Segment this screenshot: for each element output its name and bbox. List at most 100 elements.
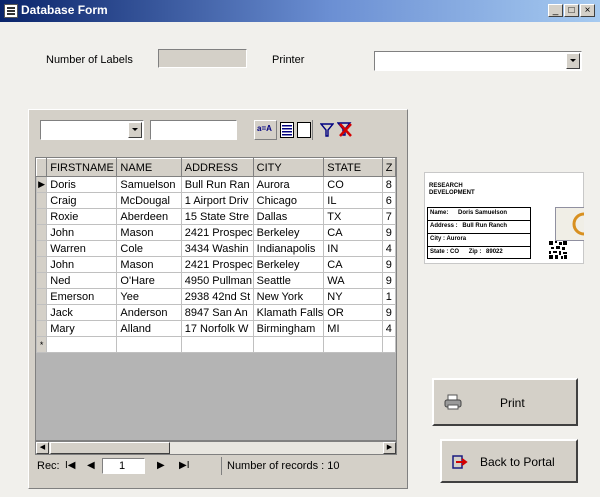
table-cell[interactable]: 6	[381, 192, 396, 209]
row-selector[interactable]	[36, 208, 48, 225]
table-cell[interactable]	[252, 336, 325, 353]
table-cell[interactable]: Yee	[116, 288, 182, 305]
table-cell[interactable]: 9	[381, 256, 396, 273]
blank-page-icon[interactable]	[297, 122, 311, 138]
table-cell[interactable]: Doris	[46, 176, 118, 193]
table-cell[interactable]: 4950 Pullman	[180, 272, 254, 289]
horizontal-scrollbar[interactable]: ◀ ▶	[35, 441, 397, 455]
table-cell[interactable]: Ned	[46, 272, 118, 289]
table-cell[interactable]: Chicago	[252, 192, 325, 209]
table-cell[interactable]: Cole	[116, 240, 182, 257]
filter-combo[interactable]	[40, 120, 144, 140]
row-selector[interactable]	[36, 320, 48, 337]
table-cell[interactable]: 9	[381, 224, 396, 241]
table-cell[interactable]: 17 Norfolk W	[180, 320, 254, 337]
table-cell[interactable]: WA	[323, 272, 383, 289]
table-cell[interactable]: MI	[323, 320, 383, 337]
table-row[interactable]: John Mason 2421 Prospec Berkeley CA 9	[36, 256, 396, 273]
list-icon[interactable]	[280, 122, 294, 138]
table-cell[interactable]: New York	[252, 288, 325, 305]
chevron-down-icon[interactable]	[128, 122, 142, 138]
table-cell[interactable]: Anderson	[116, 304, 182, 321]
column-header[interactable]: CITY	[252, 158, 325, 177]
table-cell[interactable]: Roxie	[46, 208, 118, 225]
row-selector[interactable]	[36, 288, 48, 305]
table-cell[interactable]: IL	[323, 192, 383, 209]
table-cell[interactable]: Seattle	[252, 272, 325, 289]
table-cell[interactable]: Aberdeen	[116, 208, 182, 225]
current-record-field[interactable]: 1	[102, 458, 145, 474]
table-cell[interactable]: Indianapolis	[252, 240, 325, 257]
remove-filter-icon[interactable]	[336, 121, 353, 138]
table-cell[interactable]: O'Hare	[116, 272, 182, 289]
minimize-button[interactable]: _	[548, 4, 563, 17]
table-cell[interactable]: 2421 Prospec	[180, 224, 254, 241]
row-selector[interactable]: *	[36, 336, 48, 353]
table-row[interactable]: ▶ Doris Samuelson Bull Run Ran Aurora CO 8	[36, 176, 396, 193]
table-cell[interactable]: Berkeley	[252, 224, 325, 241]
table-cell[interactable]: Aurora	[252, 176, 325, 193]
print-button[interactable]: Print	[432, 378, 578, 426]
column-header[interactable]: NAME	[116, 158, 182, 177]
table-cell[interactable]: 4	[381, 240, 396, 257]
table-cell[interactable]: 4	[381, 320, 396, 337]
table-cell[interactable]: John	[46, 256, 118, 273]
table-cell[interactable]: 7	[381, 208, 396, 225]
table-cell[interactable]: Samuelson	[116, 176, 182, 193]
column-header[interactable]: FIRSTNAME	[46, 158, 118, 177]
table-cell[interactable]: Berkeley	[252, 256, 325, 273]
table-cell[interactable]	[323, 336, 383, 353]
table-cell[interactable]: Craig	[46, 192, 118, 209]
row-selector[interactable]	[36, 304, 48, 321]
row-selector[interactable]	[36, 224, 48, 241]
column-header[interactable]: STATE	[323, 158, 383, 177]
table-cell[interactable]: 1 Airport Driv	[180, 192, 254, 209]
table-cell[interactable]: IN	[323, 240, 383, 257]
table-cell[interactable]: NY	[323, 288, 383, 305]
table-row[interactable]: Warren Cole 3434 Washin Indianapolis IN 4	[36, 240, 396, 257]
column-header[interactable]: ADDRESS	[180, 158, 254, 177]
table-cell[interactable]: 8947 San An	[180, 304, 254, 321]
scroll-thumb[interactable]	[50, 442, 170, 454]
table-cell[interactable]: John	[46, 224, 118, 241]
table-row[interactable]: Emerson Yee 2938 42nd St New York NY 1	[36, 288, 396, 305]
table-cell[interactable]: 9	[381, 272, 396, 289]
table-cell[interactable]	[180, 336, 254, 353]
table-cell[interactable]: TX	[323, 208, 383, 225]
close-button[interactable]: ×	[580, 4, 595, 17]
table-cell[interactable]: 15 State Stre	[180, 208, 254, 225]
scroll-left-icon[interactable]: ◀	[36, 442, 49, 454]
row-selector[interactable]	[36, 240, 48, 257]
table-cell[interactable]: 1	[381, 288, 396, 305]
maximize-button[interactable]: □	[564, 4, 579, 17]
column-header[interactable]: Z	[381, 158, 396, 177]
table-cell[interactable]: 3434 Washin	[180, 240, 254, 257]
find-input[interactable]	[150, 120, 237, 140]
table-cell[interactable]: Emerson	[46, 288, 118, 305]
table-cell[interactable]: Mason	[116, 224, 182, 241]
first-record-icon[interactable]: I◀	[65, 460, 75, 471]
table-cell[interactable]: Bull Run Ran	[180, 176, 254, 193]
table-cell[interactable]: McDougal	[116, 192, 182, 209]
row-selector[interactable]: ▶	[36, 176, 48, 193]
back-to-portal-button[interactable]: Back to Portal	[440, 439, 578, 483]
table-cell[interactable]	[46, 336, 118, 353]
sort-button[interactable]: a=A	[254, 120, 277, 140]
table-row[interactable]: Jack Anderson 8947 San An Klamath Falls OR 9	[36, 304, 396, 321]
table-cell[interactable]: CA	[323, 256, 383, 273]
new-record-row[interactable]: *	[36, 336, 396, 353]
number-of-labels-field[interactable]	[158, 49, 247, 68]
scroll-right-icon[interactable]: ▶	[383, 442, 396, 454]
previous-record-icon[interactable]: ◀	[87, 460, 95, 471]
table-cell[interactable]: 2938 42nd St	[180, 288, 254, 305]
table-row[interactable]: Ned O'Hare 4950 Pullman Seattle WA 9	[36, 272, 396, 289]
row-selector[interactable]	[36, 256, 48, 273]
table-cell[interactable]: Alland	[116, 320, 182, 337]
table-cell[interactable]: CA	[323, 224, 383, 241]
last-record-icon[interactable]: ▶I	[179, 460, 189, 471]
table-cell[interactable]: Birmingham	[252, 320, 325, 337]
table-cell[interactable]: OR	[323, 304, 383, 321]
table-row[interactable]: Roxie Aberdeen 15 State Stre Dallas TX 7	[36, 208, 396, 225]
row-selector[interactable]	[36, 192, 48, 209]
printer-select[interactable]	[374, 51, 582, 71]
